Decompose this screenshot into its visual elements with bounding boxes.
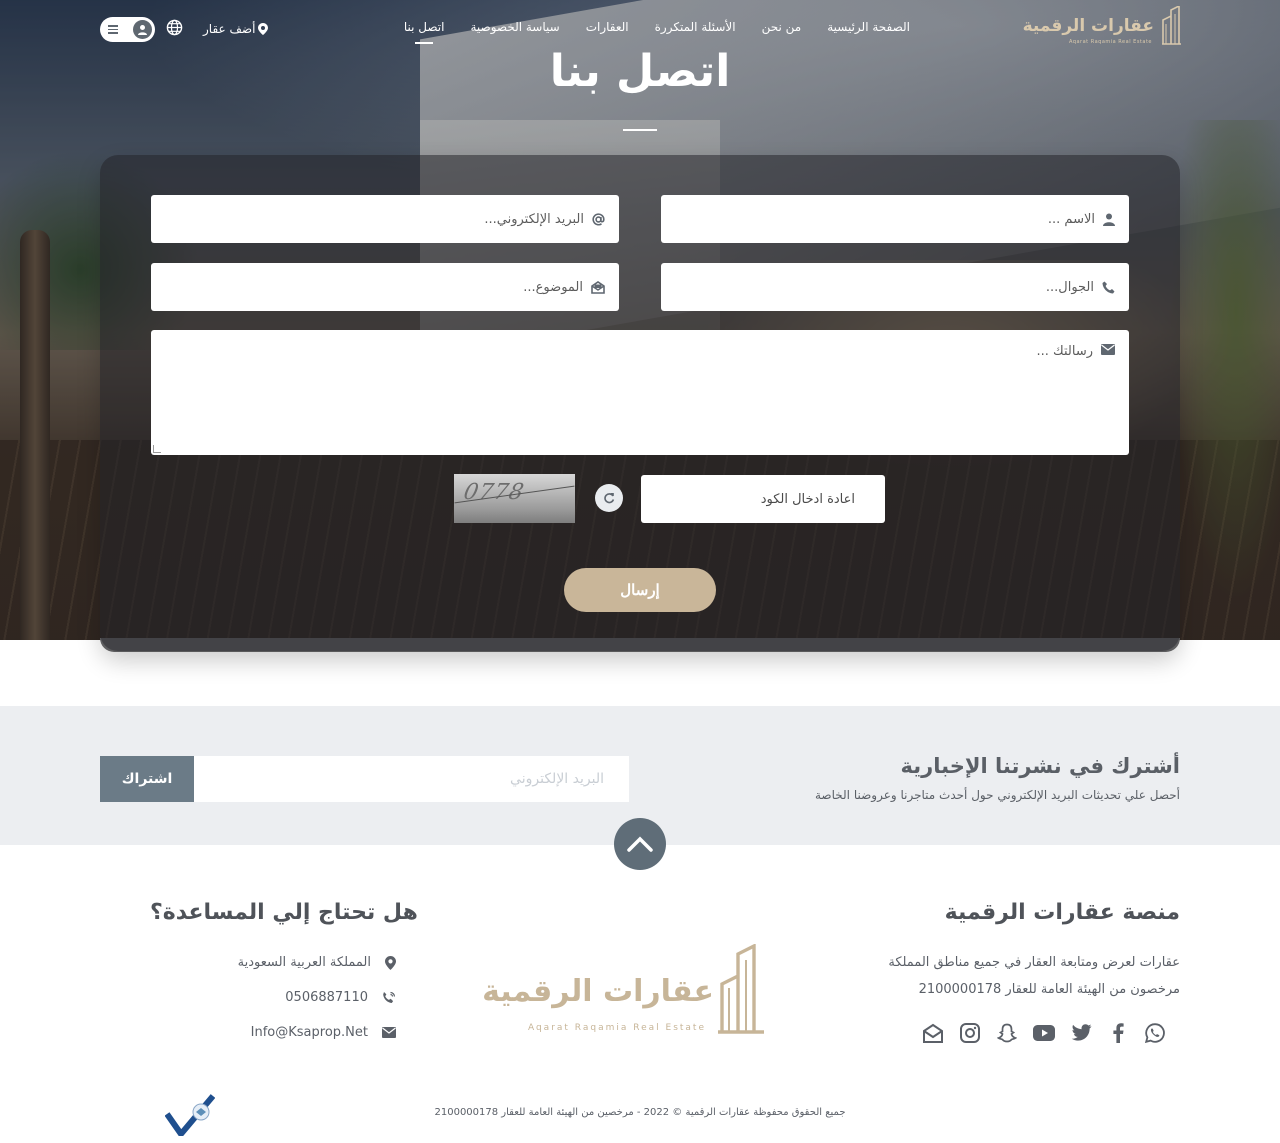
captcha-placeholder: اعادة ادخال الكود [760,491,855,507]
envelope-icon [382,1027,396,1038]
map-pin-icon [385,955,396,970]
user-icon [1103,213,1115,226]
nav-home[interactable]: الصفحة الرئيسية [827,20,910,34]
brand-name: عقارات الرقمية [1022,16,1154,36]
subject-field[interactable]: الموضوع... [151,263,619,311]
newsletter-subtitle: أحصل علي تحديثات البريد الإلكتروني حول أ… [815,788,1180,802]
captcha-image: 0778 [454,474,575,523]
captcha-refresh-button[interactable] [595,484,623,512]
main-menu: الصفحة الرئيسية من نحن الأسئلة المتكررة … [404,20,910,34]
brand-logo[interactable]: عقارات الرقمية Aqarat Raqamia Real Estat… [1023,6,1182,46]
instagram-icon[interactable] [959,1022,981,1044]
whatsapp-icon[interactable] [1144,1022,1166,1044]
textarea-resize-handle[interactable] [153,445,161,453]
footer-brand-name: عقارات الرقمية [482,974,714,1009]
nav-contact[interactable]: اتصل بنا [404,20,445,34]
building-logo-icon [1162,6,1181,45]
top-navbar: عقارات الرقمية Aqarat Raqamia Real Estat… [0,0,1280,60]
facebook-icon[interactable] [1107,1022,1129,1044]
footer-logo: عقارات الرقمية Aqarat Raqamia Real Estat… [482,944,766,1036]
footer-location: المملكة العربية السعودية [238,955,396,970]
newsletter-title: أشترك في نشرتنا الإخبارية [900,754,1180,778]
email-open-icon[interactable] [922,1022,944,1044]
captcha-code: 0778 [461,480,527,505]
subject-placeholder: الموضوع... [523,279,583,295]
footer-email[interactable]: Info@Ksaprop.Net [251,1025,396,1040]
add-property-link[interactable]: أضف عقار [203,22,269,36]
footer-phone-text: 0506887110 [285,990,368,1005]
globe-icon[interactable] [166,19,183,36]
message-placeholder: رسالتك ... [1036,344,1093,359]
phone-ringing-icon [383,991,396,1003]
footer-email-text: Info@Ksaprop.Net [250,1025,368,1040]
title-underline [623,129,657,131]
footer-brand-tagline: Aqarat Raqamia Real Estate [527,1023,706,1033]
captcha-input[interactable]: اعادة ادخال الكود [641,475,885,523]
user-menu-toggle[interactable] [100,17,155,42]
nav-privacy[interactable]: سياسة الخصوصية [470,20,559,34]
phone-icon [1102,281,1115,293]
twitter-icon[interactable] [1070,1022,1092,1044]
message-textarea[interactable]: رسالتك ... [151,330,1129,455]
footer-about-line1: عقارات لعرض ومتابعة العقار في جميع مناطق… [888,955,1180,970]
footer-help-title: هل تحتاج إلي المساعدة؟ [150,900,418,925]
subscribe-button[interactable]: اشتراك [100,756,194,802]
social-links [922,1022,1166,1044]
map-pin-icon [258,23,269,35]
phone-field[interactable]: الجوال... [661,263,1129,311]
nav-faq[interactable]: الأسئلة المتكررة [655,20,736,34]
name-placeholder: الاسم ... [1047,211,1095,227]
newsletter-email-placeholder: البريد الإلكتروني [510,771,604,787]
email-field[interactable]: البريد الإلكتروني... [151,195,619,243]
snapchat-icon[interactable] [996,1022,1018,1044]
add-property-label: أضف عقار [203,22,256,36]
submit-button[interactable]: إرسال [564,568,716,612]
envelope-open-icon [591,280,605,294]
footer-location-text: المملكة العربية السعودية [237,955,371,970]
name-field[interactable]: الاسم ... [661,195,1129,243]
envelope-icon [1101,344,1115,355]
nav-properties[interactable]: العقارات [586,20,629,34]
footer-phone[interactable]: 0506887110 [285,990,396,1005]
nav-about[interactable]: من نحن [762,20,802,34]
refresh-icon [604,493,615,504]
footer-about-line2: مرخصون من الهيئة العامة للعقار 210000017… [918,982,1180,997]
at-sign-icon [592,212,605,225]
footer-about-title: منصة عقارات الرقمية [944,900,1180,925]
email-placeholder: البريد الإلكتروني... [484,211,584,227]
building-logo-icon [718,944,764,1034]
menu-icon [103,20,123,40]
brand-tagline: Aqarat Raqamia Real Estate [1068,39,1152,45]
user-icon [133,20,152,39]
phone-placeholder: الجوال... [1045,279,1094,295]
newsletter-email-input[interactable]: البريد الإلكتروني [194,756,629,802]
youtube-icon[interactable] [1033,1022,1055,1044]
chevron-up-icon [627,836,653,852]
scroll-to-top-button[interactable] [614,818,666,870]
copyright-text: جميع الحقوق محفوظة عقارات الرقمية © 2022… [434,1107,846,1118]
